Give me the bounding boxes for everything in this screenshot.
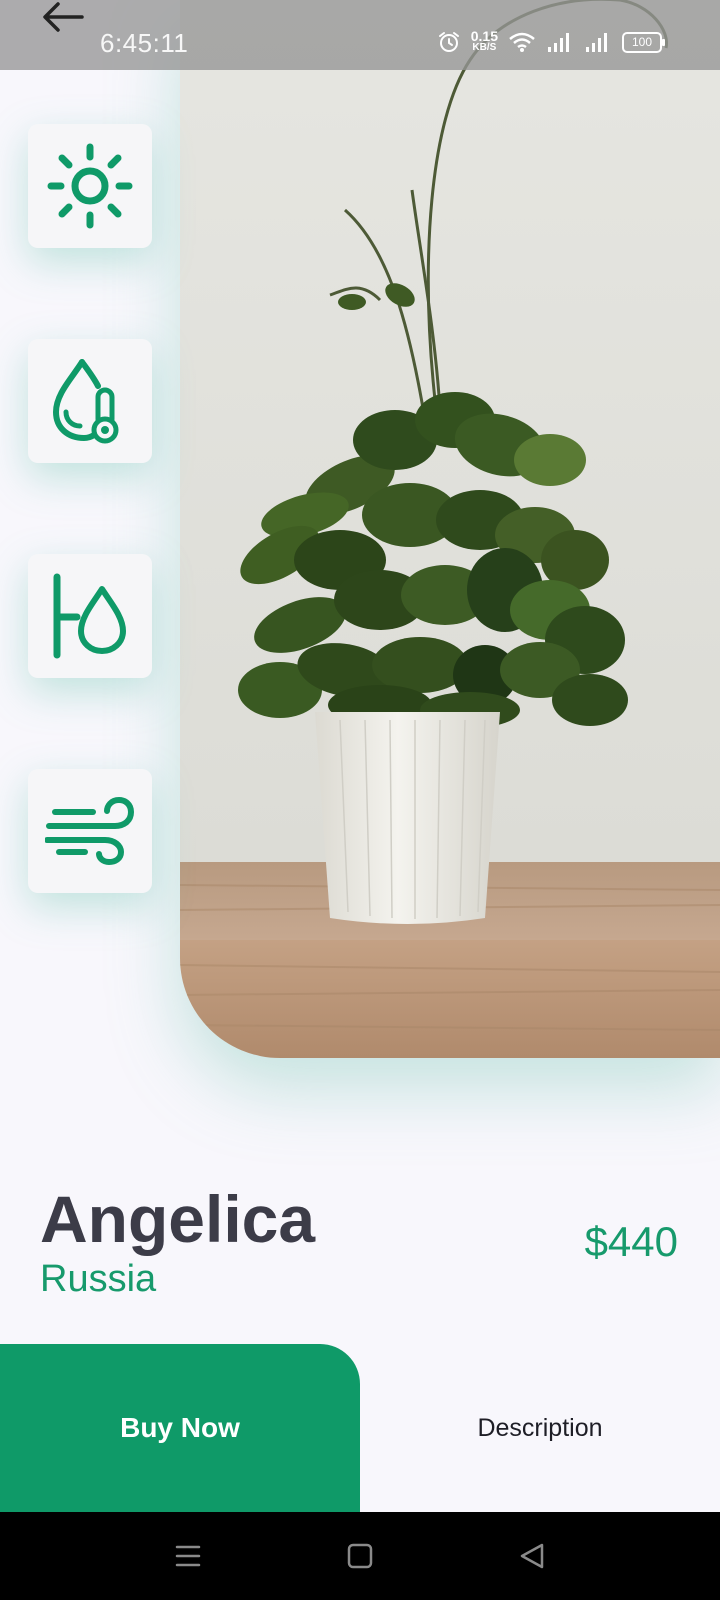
arrow-left-icon [43,2,84,32]
home-button[interactable] [346,1542,374,1575]
humidity-temperature-card[interactable] [28,339,152,463]
battery-icon: 100 [622,31,665,53]
product-name: Angelica [40,1182,316,1256]
wind-icon [45,796,135,866]
description-button[interactable]: Description [360,1344,720,1512]
menu-button[interactable] [174,1542,202,1575]
net-speed-unit: KB/S [472,42,497,53]
sun-card[interactable] [28,124,152,248]
square-home-icon [347,1543,373,1569]
buy-now-button[interactable]: Buy Now [0,1344,360,1512]
product-origin: Russia [40,1258,157,1300]
menu-icon [175,1545,201,1567]
product-price: $440 [584,1218,678,1265]
wifi-icon [509,32,535,52]
back-button[interactable] [40,0,86,34]
triangle-back-icon [520,1543,544,1569]
wind-card[interactable] [28,769,152,893]
signal-icon [586,33,607,52]
net-speed-value: 0.15 [470,28,498,44]
watering-card[interactable] [28,554,152,678]
sun-icon [47,143,133,229]
navigation-bar [0,1512,720,1600]
alarm-icon [438,32,459,52]
status-icons: 0.15 KB/S 100 [437,28,665,54]
plant-photo [180,0,720,1058]
battery-level: 100 [631,34,653,49]
watering-icon [53,573,126,659]
humidity-temperature-icon [52,359,119,444]
signal-icon [548,33,569,52]
network-speed: 0.15 KB/S [470,28,498,53]
status-time: 6:45:11 [100,28,189,58]
back-nav-button[interactable] [518,1542,546,1575]
status-bar: 6:45:11 0.15 KB/S 100 [0,0,720,70]
